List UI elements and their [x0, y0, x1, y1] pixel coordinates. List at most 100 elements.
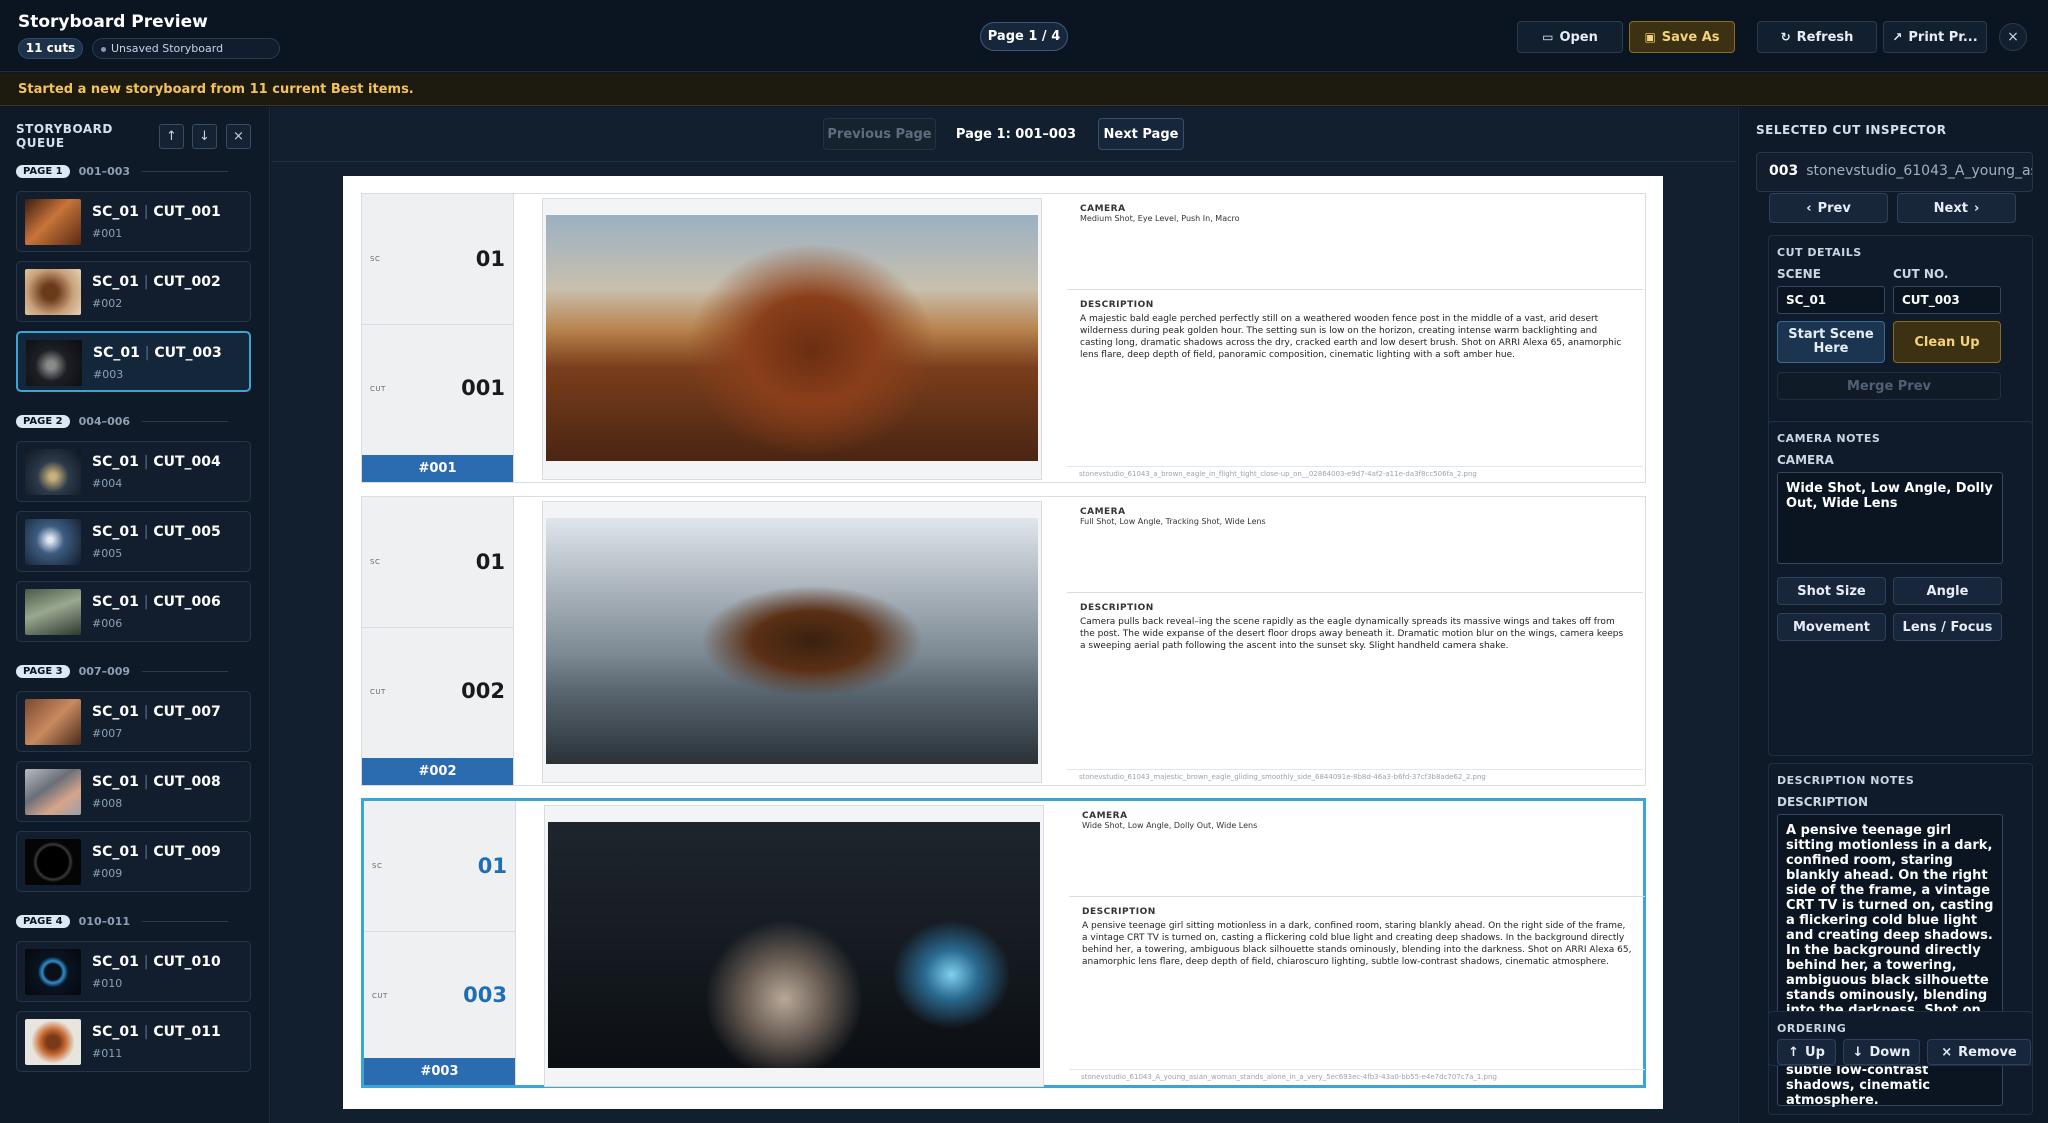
storyboard-queue-panel: STORYBOARD QUEUE ↑ ↓ × PAGE 1 001–003 SC_…	[0, 107, 270, 1123]
divider	[142, 670, 229, 672]
queue-item-label: SC_01 | CUT_010	[92, 954, 221, 970]
camera-notes: Wide Shot, Low Angle, Dolly Out, Wide Le…	[1082, 821, 1258, 830]
storyboard-card[interactable]: SC 01 CUT 002 #002 CAMERA Full Shot, Low…	[361, 496, 1646, 786]
scene-input[interactable]: SC_01	[1777, 286, 1885, 314]
cut-number: #003	[93, 368, 124, 381]
clean-up-button[interactable]: Clean Up	[1893, 321, 2001, 363]
queue-item[interactable]: SC_01 | CUT_009 #009	[16, 831, 251, 892]
page-range: 004–006	[78, 414, 131, 428]
cut-label: CUT_006	[153, 594, 221, 610]
lens-focus-button[interactable]: Lens / Focus	[1893, 613, 2002, 641]
camera-notes: Full Shot, Low Angle, Tracking Shot, Wid…	[1080, 517, 1266, 526]
queue-item-label: SC_01 | CUT_007	[92, 704, 221, 720]
queue-title: STORYBOARD QUEUE	[16, 122, 113, 150]
scene-label: SC_01	[92, 704, 139, 720]
next-cut-button[interactable]: Next ›	[1897, 193, 2016, 223]
scene-caption: SC	[370, 558, 381, 566]
shot-size-button[interactable]: Shot Size	[1777, 577, 1886, 605]
close-button[interactable]: ×	[1999, 23, 2027, 51]
cut-id-footer: #001	[362, 455, 513, 482]
thumbnail-image	[25, 519, 81, 565]
status-dot-icon	[101, 46, 106, 52]
cut-label: CUT_003	[154, 345, 222, 361]
section-heading: ORDERING	[1777, 1022, 1847, 1035]
cut-number: #009	[92, 867, 123, 880]
page-navigation: Previous Page Page 1: 001–003 Next Page	[271, 107, 1737, 162]
prev-cut-button[interactable]: ‹ Prev	[1769, 193, 1888, 223]
move-up-button[interactable]: ↑	[159, 124, 184, 149]
camera-heading: CAMERA	[1082, 811, 1128, 821]
frame-image-box	[542, 501, 1042, 783]
remove-button[interactable]: ×	[226, 124, 251, 149]
scene-label: SC_01	[92, 204, 139, 220]
open-button[interactable]: ▭ Open	[1517, 21, 1623, 53]
print-button[interactable]: ↗ Print Pr...	[1883, 21, 1987, 53]
order-remove-button[interactable]: × Remove	[1927, 1039, 2031, 1065]
thumbnail-image	[25, 449, 81, 495]
frame-image-box	[542, 198, 1042, 480]
save-as-button-label: Save As	[1661, 29, 1720, 45]
next-page-button[interactable]: Next Page	[1098, 118, 1184, 150]
start-scene-here-button[interactable]: Start Scene Here	[1777, 321, 1885, 363]
storyboard-card[interactable]: SC 01 CUT 001 #001 CAMERA Medium Shot, E…	[361, 193, 1646, 483]
divider	[1067, 289, 1643, 290]
angle-button[interactable]: Angle	[1893, 577, 2002, 605]
cut-number: #007	[92, 727, 123, 740]
chevron-left-icon: ‹	[1806, 200, 1812, 216]
page-group-1: PAGE 1 001–003	[16, 161, 229, 181]
card-id-column: SC 01 CUT 001 #001	[362, 194, 514, 482]
thumbnail-image	[25, 949, 81, 995]
thumbnail-image	[25, 699, 81, 745]
cut-id-footer: #002	[362, 758, 513, 785]
merge-prev-button[interactable]: Merge Prev	[1777, 372, 2001, 400]
current-page-label: Page 1: 001–003	[955, 126, 1077, 142]
save-as-button[interactable]: ▣ Save As	[1629, 21, 1735, 53]
refresh-button[interactable]: ↻ Refresh	[1757, 21, 1877, 53]
queue-item-label: SC_01 | CUT_003	[93, 345, 222, 361]
cut-label: CUT_001	[153, 204, 221, 220]
queue-item[interactable]: SC_01 | CUT_008 #008	[16, 761, 251, 822]
queue-item[interactable]: SC_01 | CUT_010 #010	[16, 941, 251, 1002]
cut-no-input[interactable]: CUT_003	[1893, 286, 2001, 314]
page-badge: PAGE 2	[16, 414, 70, 428]
camera-textarea[interactable]: Wide Shot, Low Angle, Dolly Out, Wide Le…	[1777, 472, 2003, 564]
queue-item[interactable]: SC_01 | CUT_004 #004	[16, 441, 251, 502]
thumbnail-image	[26, 340, 82, 386]
queue-item[interactable]: SC_01 | CUT_006 #006	[16, 581, 251, 642]
divider	[1069, 896, 1645, 897]
scene-label: SC_01	[92, 954, 139, 970]
page-indicator: Page 1 / 4	[980, 22, 1068, 51]
description-field-label: DESCRIPTION	[1777, 795, 1869, 809]
queue-item-label: SC_01 | CUT_004	[92, 454, 221, 470]
queue-item-label: SC_01 | CUT_006	[92, 594, 221, 610]
order-down-button[interactable]: ↓ Down	[1843, 1039, 1920, 1065]
queue-item[interactable]: SC_01 | CUT_002 #002	[16, 261, 251, 322]
move-down-button[interactable]: ↓	[192, 124, 217, 149]
cut-number: #006	[92, 617, 123, 630]
storyboard-card-selected[interactable]: SC 01 CUT 003 #003 CAMERA Wide Shot, Low…	[361, 798, 1646, 1088]
divider	[362, 627, 513, 628]
queue-item-selected[interactable]: SC_01 | CUT_003 #003	[16, 331, 251, 392]
movement-button[interactable]: Movement	[1777, 613, 1886, 641]
top-bar: Storyboard Preview 11 cuts Unsaved Story…	[0, 0, 2048, 72]
queue-item[interactable]: SC_01 | CUT_011 #011	[16, 1011, 251, 1072]
queue-item-label: SC_01 | CUT_002	[92, 274, 221, 290]
queue-item[interactable]: SC_01 | CUT_001 #001	[16, 191, 251, 252]
page-range: 001–003	[78, 164, 131, 178]
camera-heading: CAMERA	[1080, 507, 1126, 517]
previous-page-button[interactable]: Previous Page	[823, 118, 936, 150]
cut-label: CUT_009	[153, 844, 221, 860]
section-heading: CAMERA NOTES	[1777, 432, 1881, 445]
divider	[364, 931, 515, 932]
file-name: stonevstudio_61043_majestic_brown_eagle_…	[1067, 769, 1643, 785]
queue-item[interactable]: SC_01 | CUT_005 #005	[16, 511, 251, 572]
order-up-button[interactable]: ↑ Up	[1777, 1039, 1836, 1065]
ordering-section: ORDERING ↑ Up ↓ Down × Remove	[1768, 1011, 2033, 1066]
scene-label: SC_01	[92, 524, 139, 540]
cut-id-footer: #003	[364, 1058, 515, 1085]
scene-label: SC_01	[92, 454, 139, 470]
divider	[142, 920, 229, 922]
scene-caption: SC	[372, 862, 383, 870]
save-icon: ▣	[1644, 30, 1656, 44]
queue-item[interactable]: SC_01 | CUT_007 #007	[16, 691, 251, 752]
